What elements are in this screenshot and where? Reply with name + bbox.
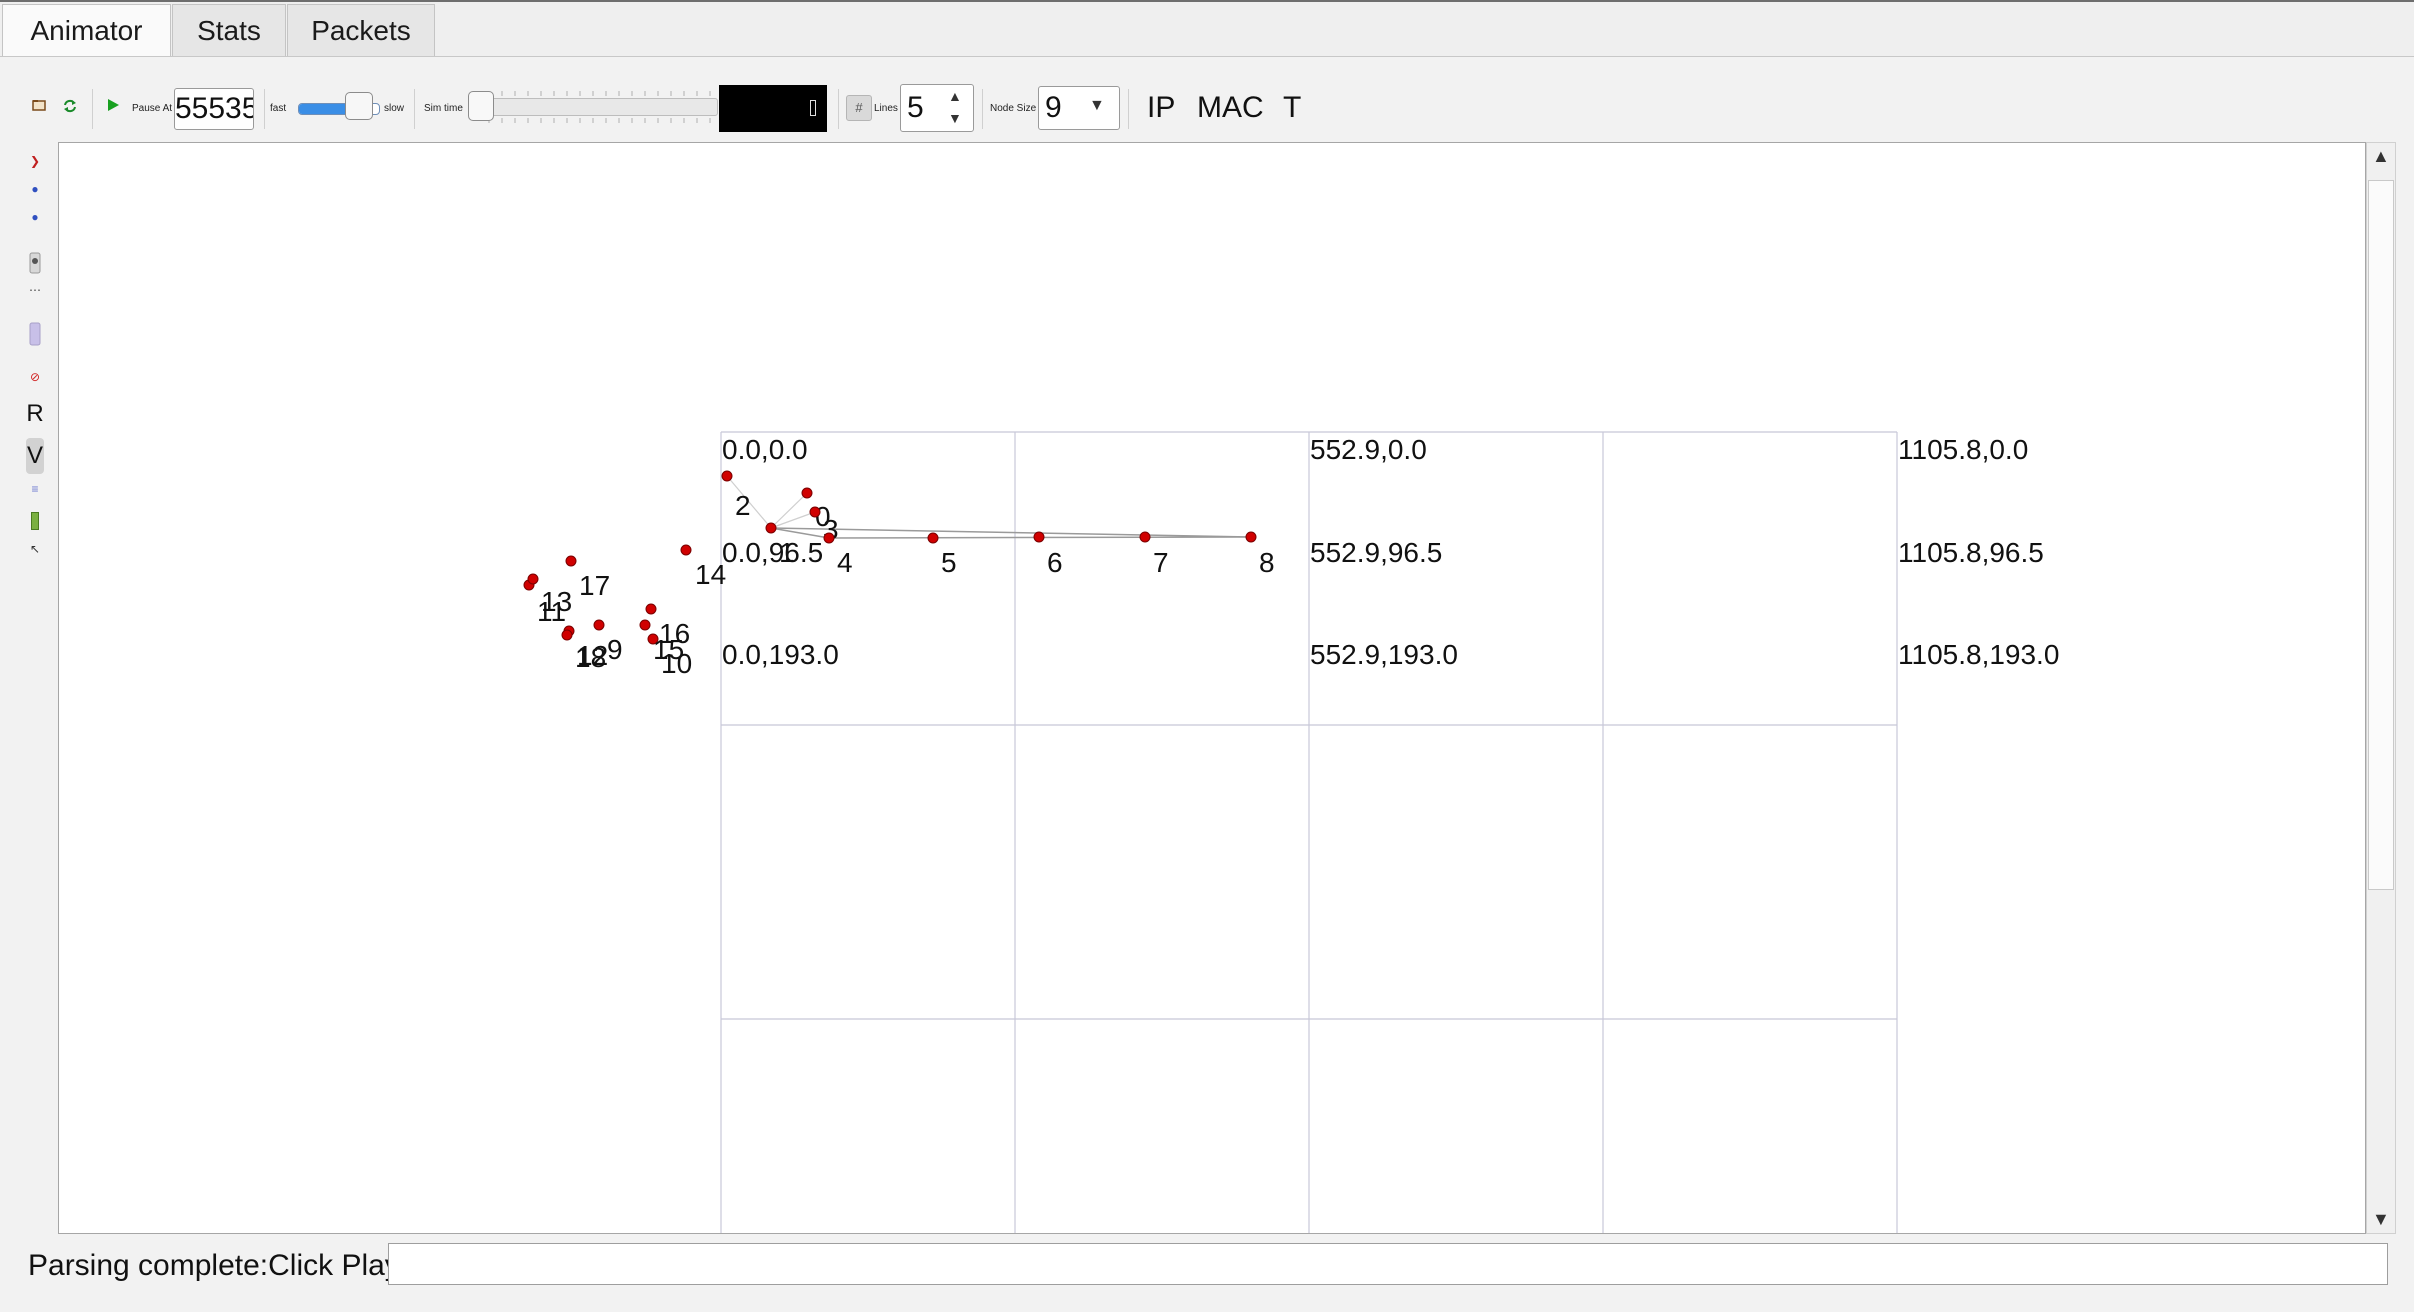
node-6[interactable] xyxy=(1033,531,1045,543)
scroll-down-icon[interactable]: ▼ xyxy=(2372,1209,2390,1230)
pause-at-label: Pause At xyxy=(132,103,173,114)
tab-animator[interactable]: Animator xyxy=(2,4,171,58)
node-label: 1 xyxy=(779,537,795,568)
spin-down-icon[interactable]: ▼ xyxy=(948,110,962,126)
node-label: 16 xyxy=(659,618,690,649)
node-0[interactable] xyxy=(801,487,813,499)
scroll-up-icon[interactable]: ▲ xyxy=(2372,146,2390,167)
reload-icon[interactable] xyxy=(62,98,78,119)
network-canvas[interactable]: 0.0,0.0 552.9,0.0 1105.8,0.0 0.0,96.5 55… xyxy=(58,142,2366,1234)
sim-time-slider[interactable] xyxy=(470,91,718,123)
node-9[interactable] xyxy=(593,619,605,631)
scrollbar-thumb[interactable] xyxy=(2368,180,2394,890)
node-label: 5 xyxy=(941,547,957,578)
grid-label: 552.9,193.0 xyxy=(1310,639,1458,670)
v-button[interactable]: V xyxy=(26,438,44,474)
node-label: 13 xyxy=(541,586,572,617)
slow-label: slow xyxy=(384,103,405,114)
grid-label: 1105.8,193.0 xyxy=(1898,639,2059,670)
zoom-out-icon[interactable]: ● xyxy=(28,210,42,224)
node-size-select[interactable]: 9 xyxy=(1038,86,1120,130)
node-label: 8 xyxy=(1259,547,1275,578)
fast-label: fast xyxy=(270,103,287,114)
node-14[interactable] xyxy=(680,544,692,556)
zoom-in-icon[interactable]: ● xyxy=(28,182,42,196)
sim-time-slider-handle[interactable] xyxy=(468,91,494,121)
play-icon[interactable] xyxy=(106,98,120,117)
node-icon[interactable] xyxy=(28,252,42,277)
node-18[interactable] xyxy=(561,629,573,641)
node-2[interactable] xyxy=(721,470,733,482)
status-text: Parsing complete:Click Play xyxy=(28,1249,400,1282)
node-size-label: Node Size xyxy=(990,103,1037,114)
link-lines xyxy=(770,527,1252,539)
node-8[interactable] xyxy=(1245,531,1257,543)
node-7[interactable] xyxy=(1139,531,1151,543)
grid-label: 0.0,96.5 xyxy=(722,537,823,568)
grid-label: 1105.8,96.5 xyxy=(1898,537,2044,568)
node-1[interactable] xyxy=(765,522,777,534)
pause-at-input[interactable]: 55535 xyxy=(174,88,254,130)
grid-lines xyxy=(720,431,1898,1233)
lines-label: Lines xyxy=(874,103,898,114)
battery-icon[interactable] xyxy=(28,512,42,533)
r-button[interactable]: R xyxy=(26,400,44,428)
node-5[interactable] xyxy=(927,532,939,544)
node-3[interactable] xyxy=(809,506,821,518)
lines-spinbox[interactable]: 5 xyxy=(900,84,974,132)
sim-time-label: Sim time xyxy=(424,103,463,114)
node-17[interactable] xyxy=(565,555,577,567)
tab-stats[interactable]: Stats xyxy=(172,4,286,56)
folder-open-icon[interactable] xyxy=(32,98,46,117)
grid-label: 1105.8,0.0 xyxy=(1898,434,2028,465)
grid-label: 0.0,193.0 xyxy=(722,639,839,670)
tab-bar: Animator Stats Packets xyxy=(0,2,2414,58)
t-toggle[interactable]: T xyxy=(1283,90,1301,126)
grid-icon[interactable]: # xyxy=(846,95,872,121)
grid-label: 0.0,0.0 xyxy=(722,434,808,465)
node-label: 6 xyxy=(1047,547,1063,578)
node-4[interactable] xyxy=(823,532,835,544)
grid-label: 552.9,96.5 xyxy=(1310,537,1442,568)
tab-packets[interactable]: Packets xyxy=(287,4,435,56)
status-field[interactable] xyxy=(388,1243,2388,1285)
no-entry-icon[interactable]: ⊘ xyxy=(28,370,42,384)
node-label: 4 xyxy=(837,547,853,578)
sim-time-cursor xyxy=(810,100,816,116)
node-15[interactable] xyxy=(639,619,651,631)
list-icon[interactable]: ≡ xyxy=(28,482,42,496)
snapshot-icon[interactable] xyxy=(28,322,42,349)
mac-toggle[interactable]: MAC xyxy=(1197,90,1264,126)
cursor-icon[interactable]: ↖ xyxy=(28,542,42,556)
chevron-down-icon[interactable]: ▼ xyxy=(1089,97,1105,115)
node-label: 17 xyxy=(579,570,610,601)
link-icon[interactable]: ⋯ xyxy=(28,283,42,297)
node-label: 9 xyxy=(607,634,623,665)
node-16[interactable] xyxy=(645,603,657,615)
node-label: 18 xyxy=(575,642,606,673)
arrow-right-icon[interactable]: ❯ xyxy=(28,154,42,168)
ip-toggle[interactable]: IP xyxy=(1147,90,1175,126)
node-label: 14 xyxy=(695,559,726,590)
node-label: 7 xyxy=(1153,547,1169,578)
speed-slider-handle[interactable] xyxy=(345,92,373,120)
spin-up-icon[interactable]: ▲ xyxy=(948,88,962,104)
node-13[interactable] xyxy=(527,573,539,585)
node-label: 2 xyxy=(735,490,751,521)
grid-label: 552.9,0.0 xyxy=(1310,434,1427,465)
